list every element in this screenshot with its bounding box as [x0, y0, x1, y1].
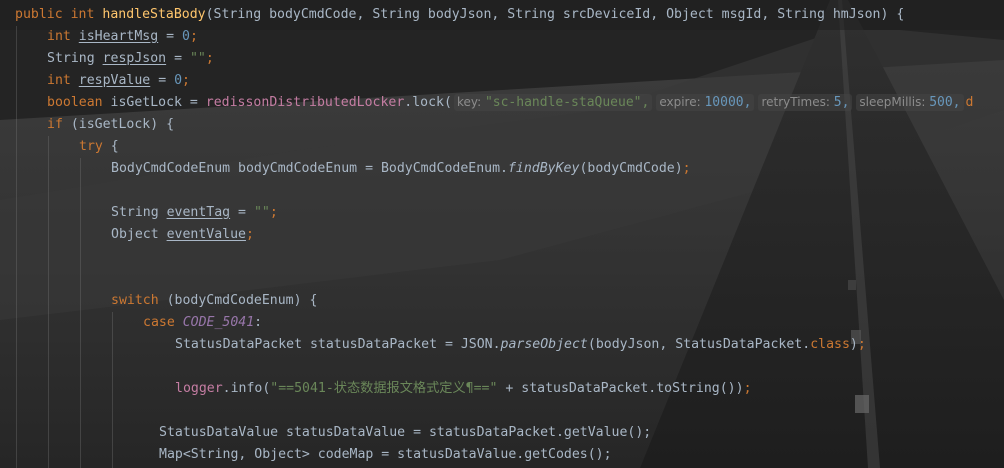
arguments: (bodyJson, StatusDataPacket.: [587, 337, 811, 352]
string-literal: "": [253, 205, 270, 220]
static-method: findByKey: [507, 161, 580, 176]
semicolon: ;: [205, 51, 214, 66]
keyword: switch: [111, 293, 159, 308]
operator: =: [166, 51, 190, 66]
code-line: int respValue = 0;: [47, 70, 190, 92]
brace: {: [102, 139, 119, 154]
keyword: try: [79, 139, 103, 154]
field-reference: logger: [175, 381, 223, 396]
semicolon: ;: [245, 227, 254, 242]
method-call: .lock(: [404, 95, 452, 110]
semicolon: ;: [743, 381, 752, 396]
type-keyword: int: [47, 29, 71, 44]
declaration: isGetLock =: [102, 95, 206, 110]
code-line: switch (bodyCmdCodeEnum) {: [111, 290, 317, 312]
code-line: StatusDataPacket statusDataPacket = JSON…: [175, 334, 866, 356]
type: String: [111, 205, 167, 220]
code-line: int isHeartMsg = 0;: [47, 26, 198, 48]
statement: BodyCmdCodeEnum bodyCmdCodeEnum = BodyCm…: [111, 161, 508, 176]
statement: Map<String, Object> codeMap = statusData…: [159, 447, 612, 462]
statement: StatusDataValue statusDataValue = status…: [159, 425, 652, 440]
type-keyword: int: [47, 73, 71, 88]
expression: + statusDataPacket.toString()): [497, 381, 744, 396]
semicolon: ;: [857, 337, 866, 352]
method-params: (String bodyCmdCode, String bodyJson, St…: [205, 7, 905, 22]
string-literal: "": [189, 51, 206, 66]
indent-guide: [48, 136, 49, 468]
code-line: Map<String, Object> codeMap = statusData…: [159, 444, 612, 466]
code-line: if (isGetLock) {: [47, 114, 174, 136]
operator: =: [158, 29, 183, 44]
variable: eventValue: [166, 227, 246, 242]
code-line: String eventTag = "";: [111, 202, 278, 224]
variable: eventTag: [166, 205, 231, 220]
code-line: Object eventValue;: [111, 224, 254, 246]
code-line-lock-call: boolean isGetLock = redissonDistributedL…: [47, 92, 973, 114]
field-reference: redissonDistributedLocker: [205, 95, 405, 110]
type: Object: [111, 227, 167, 242]
number-literal: 0: [174, 73, 183, 88]
arguments: (bodyCmdCode): [579, 161, 683, 176]
indent-guide: [80, 158, 81, 468]
static-method: parseObject: [500, 337, 588, 352]
switch-expression: (bodyCmdCodeEnum) {: [158, 293, 318, 308]
semicolon: ;: [682, 161, 691, 176]
paren: ): [849, 337, 858, 352]
keyword: public: [15, 7, 63, 22]
variable: respJson: [102, 51, 167, 66]
parameter-hint-retry-times: retryTimes: 5,: [758, 94, 853, 111]
method-name: handleStaBody: [102, 7, 206, 22]
parameter-hint-key: key: "sc-handle-staQueue",: [453, 94, 653, 111]
method-call: .info(: [222, 381, 271, 396]
keyword: int: [70, 7, 95, 22]
operator: =: [230, 205, 254, 220]
semicolon: ;: [189, 29, 198, 44]
code-line: BodyCmdCodeEnum bodyCmdCodeEnum = BodyCm…: [111, 158, 691, 180]
code-editor[interactable]: public int handleStaBody(String bodyCmdC…: [0, 0, 1004, 468]
code-line: String respJson = "";: [47, 48, 214, 70]
code-line: StatusDataValue statusDataValue = status…: [159, 422, 651, 444]
code-line: try {: [79, 136, 119, 158]
truncated-text: d: [965, 95, 974, 110]
number-literal: 0: [182, 29, 190, 44]
semicolon: ;: [182, 73, 190, 88]
variable: isHeartMsg: [78, 29, 159, 44]
code-line: logger.info("==5041-状态数据报文格式定义¶==" + sta…: [175, 378, 752, 400]
condition: (isGetLock) {: [62, 117, 175, 132]
enum-constant: CODE_5041: [182, 315, 255, 330]
code-line: case CODE_5041:: [143, 312, 262, 334]
operator: =: [150, 73, 175, 88]
colon: :: [254, 315, 263, 330]
indent-guide: [112, 312, 113, 468]
keyword: if: [47, 117, 63, 132]
parameter-hint-expire: expire: 10000,: [656, 94, 755, 111]
semicolon: ;: [269, 205, 278, 220]
variable: respValue: [78, 73, 151, 88]
code-line-method-signature: public int handleStaBody(String bodyCmdC…: [15, 4, 904, 26]
type-keyword: boolean: [47, 95, 103, 110]
statement: StatusDataPacket statusDataPacket = JSON…: [175, 337, 501, 352]
keyword: class: [810, 337, 850, 352]
type: String: [47, 51, 95, 66]
parameter-hint-sleep-millis: sleepMillis: 500,: [856, 94, 964, 111]
indent-guide: [16, 26, 17, 468]
keyword: case: [143, 315, 183, 330]
string-literal: "==5041-状态数据报文格式定义¶==": [270, 381, 498, 396]
